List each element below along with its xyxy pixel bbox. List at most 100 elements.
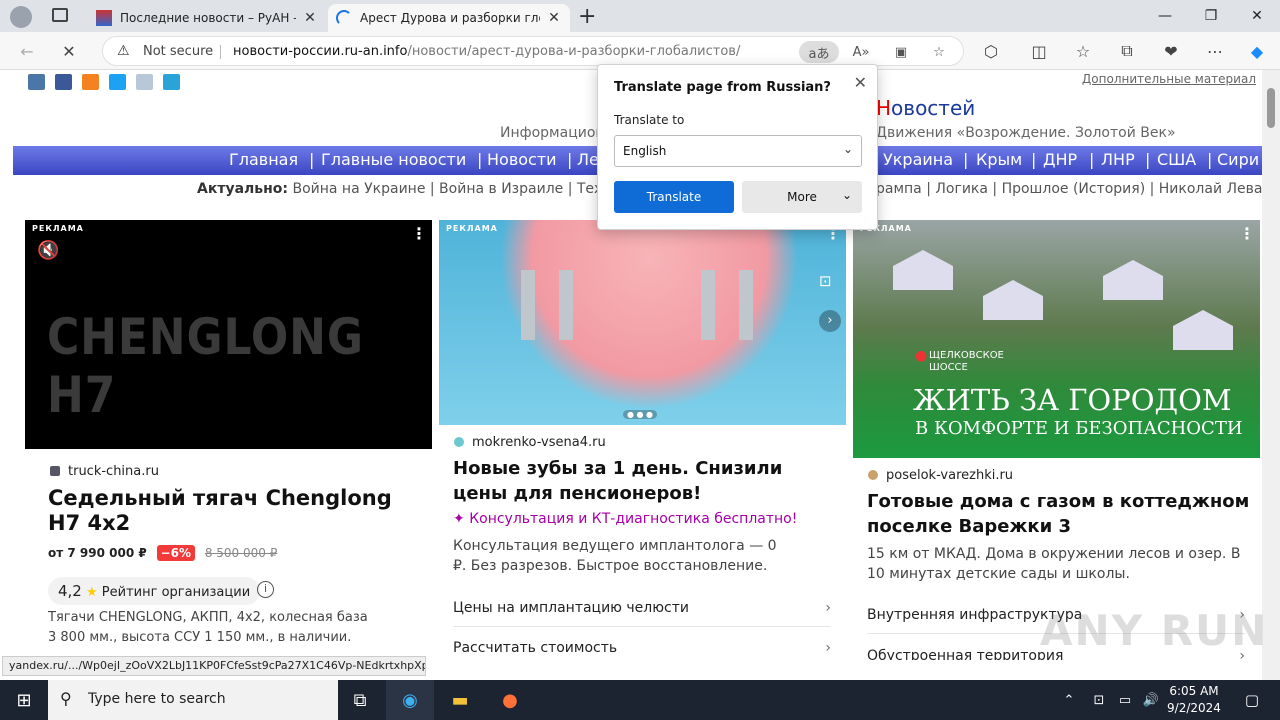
site-logo[interactable]: Новостей: [876, 96, 975, 120]
url-host: новости-россии.ru-an.info: [233, 44, 408, 59]
twitter-share-icon[interactable]: [109, 74, 126, 90]
extra-materials-link[interactable]: Дополнительные материал: [1082, 72, 1256, 86]
nav-item-ukraine[interactable]: Украина: [883, 150, 953, 169]
task-view-icon[interactable]: ⧉: [336, 680, 384, 720]
tray-chevron-icon[interactable]: ⌃: [1054, 680, 1084, 720]
nav-item-usa[interactable]: США: [1157, 150, 1196, 169]
network-icon[interactable]: ⊡: [1086, 680, 1112, 720]
taskbar-search[interactable]: ⚲ Type here to search: [48, 680, 338, 720]
ad-image-truck[interactable]: РЕКЛАМА ⋮ 🔇 CHENGLONG H7: [25, 220, 432, 449]
telegram-share-icon[interactable]: [163, 74, 180, 90]
edge-taskbar-icon[interactable]: ◉: [386, 680, 434, 720]
livejournal-share-icon[interactable]: [136, 74, 153, 90]
ad-headline[interactable]: Седельный тягач Chenglong H7 4x2: [48, 486, 408, 536]
nav-item-news[interactable]: Новости: [487, 150, 557, 169]
actual-label: Актуально:: [197, 181, 289, 197]
scroll-thumb[interactable]: [1267, 88, 1275, 128]
back-icon[interactable]: ←: [14, 39, 40, 63]
warning-icon[interactable]: ⚠: [117, 43, 130, 59]
ad-headline[interactable]: Готовые дома с газом в коттеджном поселк…: [867, 489, 1257, 539]
address-bar[interactable]: ⚠ Not secure новости-россии.ru-an.info/н…: [102, 36, 964, 66]
actual-links-right[interactable]: рампа | Логика | Прошлое (История) | Ник…: [876, 181, 1262, 197]
favorites-icon[interactable]: ☆: [1070, 39, 1096, 63]
vk-share-icon[interactable]: [28, 74, 45, 90]
nav-divider: |: [1145, 150, 1151, 169]
nav-item-syria[interactable]: Сири: [1217, 150, 1259, 169]
ad-image-village[interactable]: РЕКЛАМА ⋮ ● ЩЕЛКОВСКОЕ ШОССЕ ЖИТЬ ЗА ГОР…: [853, 220, 1260, 458]
tab-ruan[interactable]: Последние новости – РуАН – Ру ✕: [88, 4, 326, 32]
translate-badge-icon[interactable]: aあ: [799, 41, 839, 63]
ad-source[interactable]: poselok-varezhki.ru: [868, 468, 1013, 483]
performance-icon[interactable]: ❤: [1158, 39, 1184, 63]
chevron-right-icon: ›: [825, 640, 831, 656]
tab-arest-durova[interactable]: Арест Дурова и разборки глоба ✕: [328, 4, 570, 32]
info-icon[interactable]: i: [257, 581, 274, 598]
tab-actions-icon[interactable]: [52, 8, 68, 22]
file-explorer-icon[interactable]: ▬: [436, 680, 484, 720]
nav-item-main[interactable]: Главная: [229, 150, 298, 169]
ad-source[interactable]: truck-china.ru: [50, 464, 159, 479]
close-window-button[interactable]: ✕: [1234, 0, 1280, 32]
url-text[interactable]: новости-россии.ru-an.info/новости/арест-…: [233, 44, 740, 59]
target-language-select[interactable]: English ⌄: [614, 135, 862, 167]
minimize-button[interactable]: —: [1142, 0, 1188, 32]
extensions-icon[interactable]: ⬡: [978, 39, 1004, 63]
source-favicon-icon: [868, 470, 878, 480]
ad-menu-icon[interactable]: ⋮: [411, 224, 427, 243]
actual-links-left[interactable]: Война на Украине | Война в Израиле | Тех…: [292, 181, 618, 197]
windows-start-icon[interactable]: ⊞: [0, 680, 48, 720]
close-tab-icon[interactable]: ✕: [546, 10, 562, 26]
zoom-lens-icon[interactable]: ⊡: [819, 272, 832, 290]
read-aloud-icon[interactable]: A»: [849, 41, 873, 63]
ad-link-calc[interactable]: Рассчитать стоимость ›: [453, 640, 831, 660]
restore-button[interactable]: ❐: [1188, 0, 1234, 32]
rating-value: 4,2: [58, 582, 82, 600]
firefox-icon[interactable]: ●: [486, 680, 534, 720]
link-text: Цены на имплантацию челюсти: [453, 600, 689, 616]
nav-item-lnr[interactable]: ЛНР: [1101, 150, 1135, 169]
volume-icon[interactable]: 🔊: [1138, 680, 1164, 720]
favorite-star-icon[interactable]: ☆: [927, 41, 951, 63]
stop-loading-icon[interactable]: ✕: [56, 39, 82, 63]
split-screen-icon[interactable]: ◫: [1026, 39, 1052, 63]
ad-source[interactable]: mokrenko-vsena4.ru: [454, 435, 606, 450]
rating-chip[interactable]: 4,2 ★ Рейтинг организации: [48, 577, 261, 605]
nav-item-crimea[interactable]: Крым: [976, 150, 1022, 169]
more-button[interactable]: More ⌄: [742, 181, 862, 213]
immersive-reader-icon[interactable]: ▣: [889, 41, 913, 63]
facebook-share-icon[interactable]: [55, 74, 72, 90]
next-slide-icon[interactable]: ›: [819, 310, 841, 332]
nav-divider: |: [567, 150, 573, 169]
ad-card-dental[interactable]: РЕКЛАМА ⋮ ⊡ › ● ● ● mokrenko-vsena4.ru Н…: [439, 220, 846, 660]
security-label[interactable]: Not secure: [143, 44, 213, 59]
nav-item-headlines[interactable]: Главные новости: [321, 150, 466, 169]
system-clock[interactable]: 6:05 AM 9/2/2024: [1164, 683, 1224, 717]
close-popup-icon[interactable]: ✕: [854, 73, 867, 92]
nav-item-partial[interactable]: Ле: [577, 150, 599, 169]
vertical-scrollbar[interactable]: [1262, 70, 1280, 680]
notifications-icon[interactable]: ▢: [1228, 680, 1276, 720]
site-subtitle-right: Движения «Возрождение. Золотой Век»: [876, 125, 1176, 141]
copilot-icon[interactable]: ◆: [1244, 39, 1270, 63]
collections-icon[interactable]: ⧉: [1114, 39, 1140, 63]
ad-image-dental[interactable]: РЕКЛАМА ⋮ ⊡ › ● ● ●: [439, 220, 846, 425]
ad-card-truck[interactable]: РЕКЛАМА ⋮ 🔇 CHENGLONG H7 truck-china.ru …: [25, 220, 432, 660]
ad-link-prices[interactable]: Цены на имплантацию челюсти ›: [453, 600, 831, 627]
implant-c: [739, 270, 753, 340]
status-url-tooltip: yandex.ru/.../Wp0ejI_zOoVX2LbJ11KP0FCfeS…: [2, 656, 426, 676]
nav-item-dnr[interactable]: ДНР: [1043, 150, 1077, 169]
new-tab-button[interactable]: +: [578, 4, 596, 29]
carousel-dots[interactable]: ● ● ●: [623, 410, 658, 419]
profile-icon[interactable]: [10, 6, 32, 28]
mute-icon[interactable]: 🔇: [37, 240, 59, 261]
close-tab-icon[interactable]: ✕: [302, 10, 318, 26]
settings-more-icon[interactable]: ⋯: [1202, 39, 1228, 63]
ad-menu-icon[interactable]: ⋮: [1239, 224, 1255, 243]
map-pin-icon: ●: [915, 348, 928, 364]
ok-share-icon[interactable]: [82, 74, 99, 90]
translate-button[interactable]: Translate: [614, 181, 734, 213]
chevron-down-icon: ⌄: [842, 142, 853, 156]
display-icon[interactable]: ▭: [1112, 680, 1138, 720]
ad-headline[interactable]: Новые зубы за 1 день. Снизили цены для п…: [453, 456, 833, 506]
ad-card-village[interactable]: РЕКЛАМА ⋮ ● ЩЕЛКОВСКОЕ ШОССЕ ЖИТЬ ЗА ГОР…: [853, 220, 1260, 660]
